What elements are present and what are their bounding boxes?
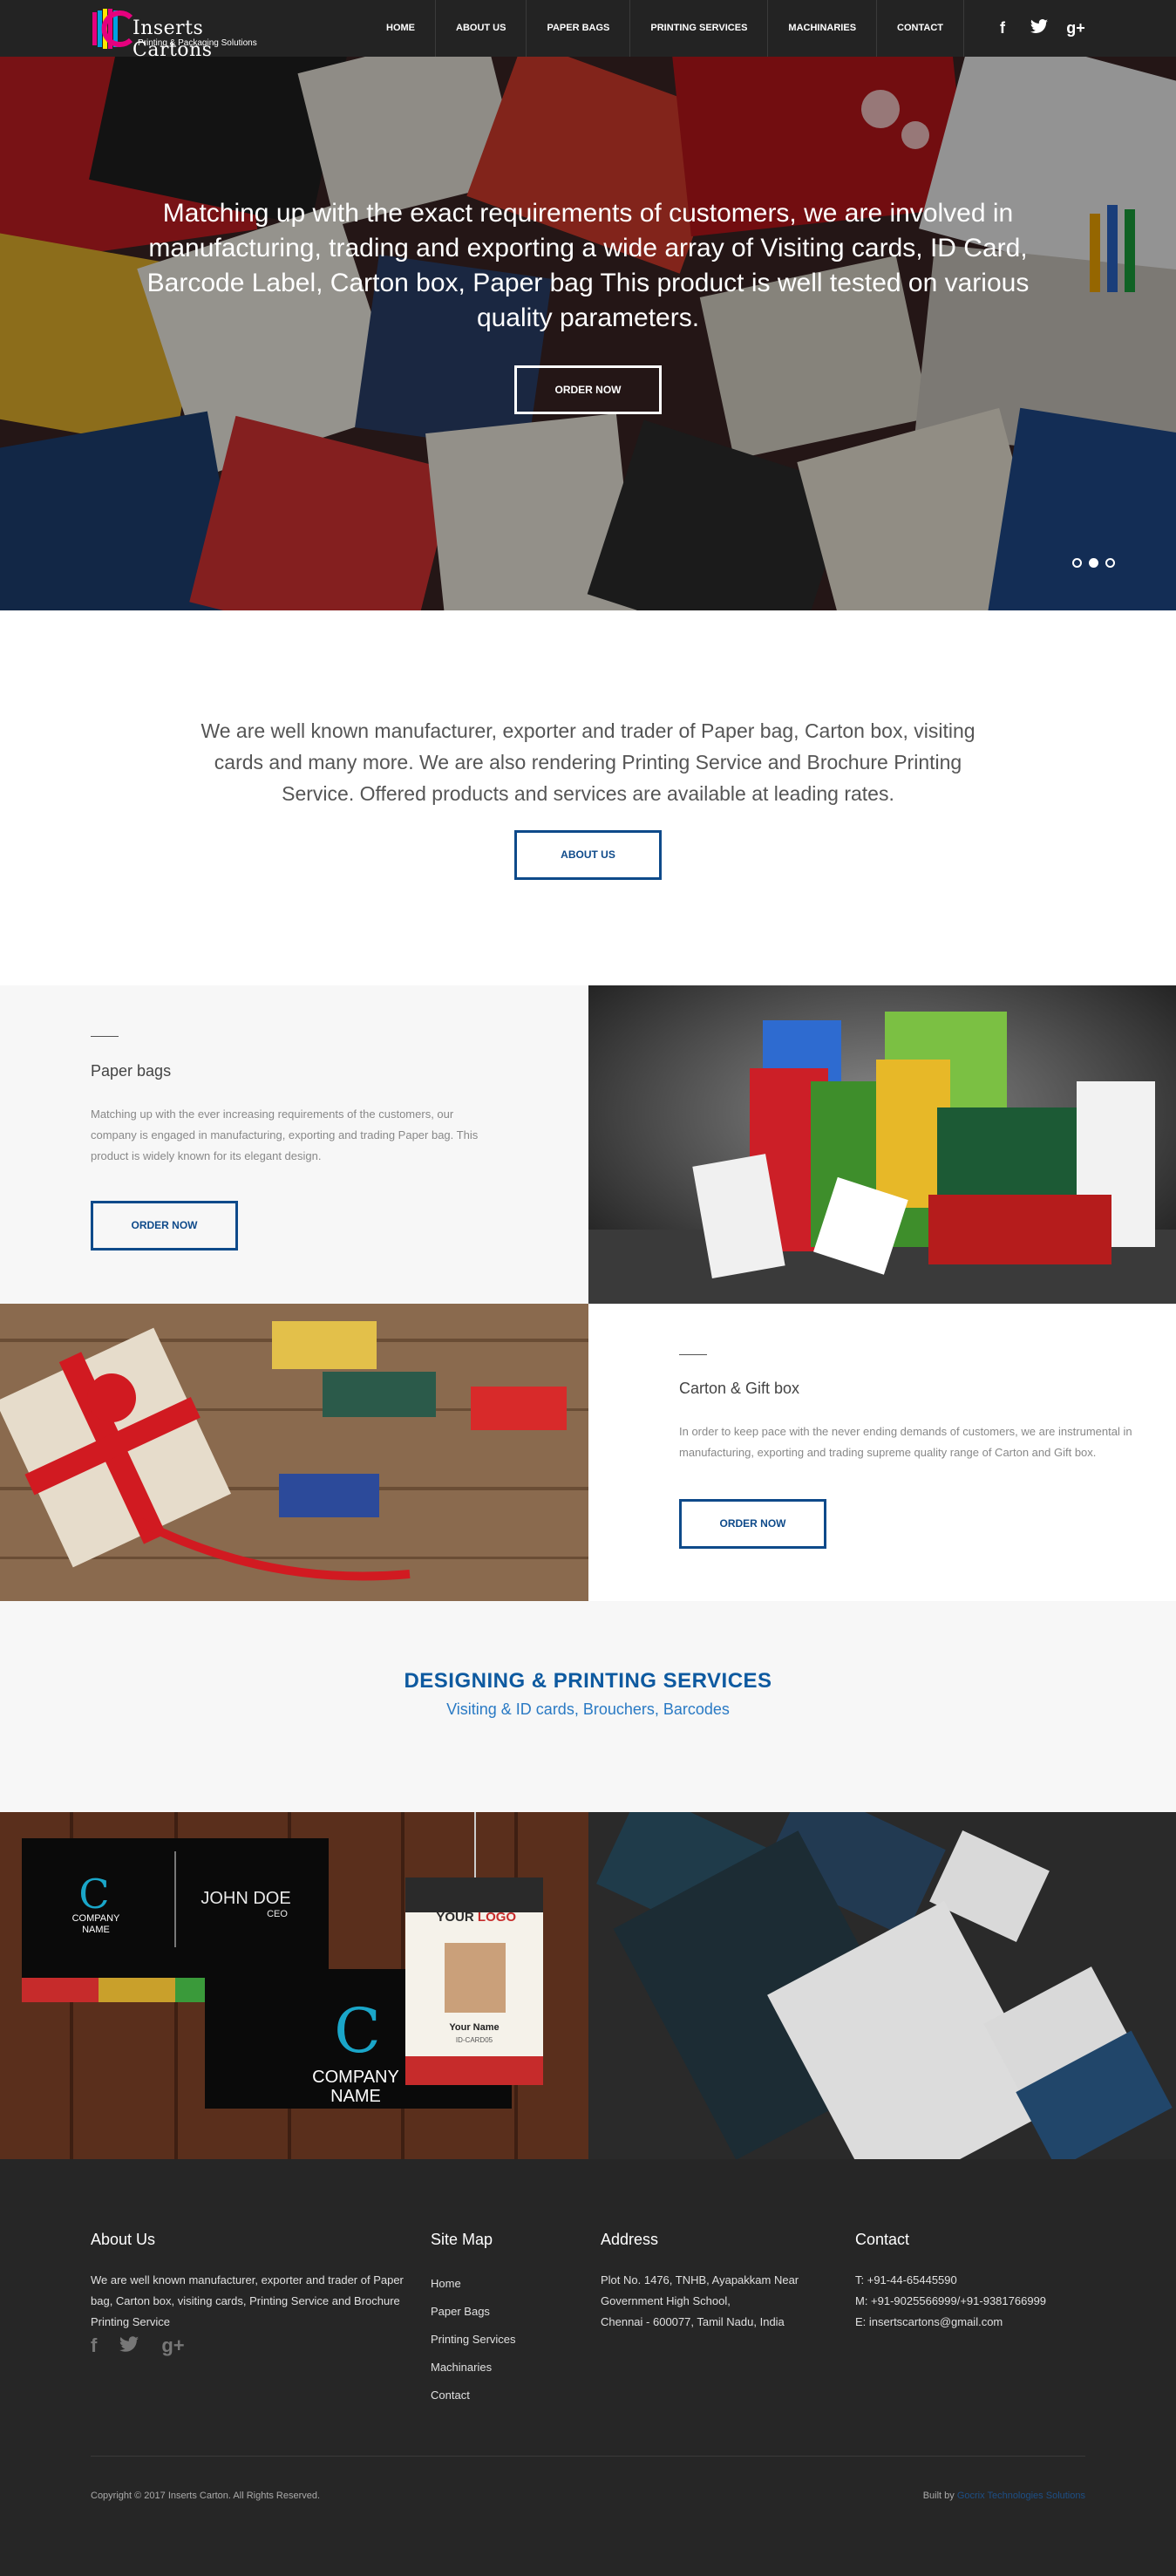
footer-link-machinaries[interactable]: Machinaries [431,2354,579,2382]
card-name-text-large: NAME [330,2087,381,2106]
copyright-text: Copyright © 2017 Inserts Carton. All Rig… [91,2491,321,2501]
footer-contact: Contact T: +91-44-65445590 M: +91-902556… [855,2231,1082,2333]
footer-link-contact[interactable]: Contact [431,2382,579,2409]
footer-address-line: Government High School, [601,2294,731,2307]
services-subtitle: Visiting & ID cards, Brouchers, Barcodes [446,1700,730,1718]
logo-subtitle: Printing & Packaging Solutions [138,38,257,48]
site-footer: About Us We are well known manufacturer,… [0,2159,1176,2576]
footer-sitemap: Site Map Home Paper Bags Printing Servic… [431,2231,579,2409]
footer-contact-mobile: M: +91-9025566999/+91-9381766999 [855,2294,1047,2307]
card-logo-letter: C [78,1871,109,1918]
intro-section: We are well known manufacturer, exporter… [0,610,1176,985]
about-us-button[interactable]: ABOUT US [514,830,662,880]
main-menu: HOME ABOUT US PAPER BAGS PRINTING SERVIC… [366,0,965,57]
services-title: DESIGNING & PRINTING SERVICES [404,1669,772,1693]
carton-box-description: In order to keep pace with the never end… [679,1425,1132,1459]
google-plus-icon[interactable]: g+ [161,2334,184,2357]
built-by-label: Built by [922,2491,957,2501]
footer-contact-email[interactable]: E: insertscartons@gmail.com [855,2312,1082,2333]
card-company-text-large: COMPANY [312,2068,399,2087]
built-by: Built by Gocrix Technologies Solutions [923,2491,1085,2501]
card-person-role: CEO [267,1909,288,1919]
footer-address-line: Plot No. 1476, TNHB, Ayapakkam Near [601,2273,799,2286]
card-company-text: COMPANY [72,1913,120,1924]
nav-contact[interactable]: CONTACT [877,0,965,57]
footer-about-heading: About Us [91,2231,156,2248]
paper-bags-photo [588,985,1176,1304]
footer-about-text: We are well known manufacturer, exporter… [91,2273,404,2328]
card-person-name: JOHN DOE [201,1889,290,1908]
carton-box-order-now-button[interactable]: ORDER NOW [679,1499,826,1549]
footer-social: f g+ [91,2334,413,2357]
id-card-name: Your Name [449,2022,499,2033]
logo-mark-icon [92,9,133,49]
paper-bags-info: Paper bags Matching up with the ever inc… [0,985,588,1304]
divider-line [91,1036,119,1037]
services-gallery-images: C COMPANY NAME JOHN DOE CEO C COMPANY NA… [0,1783,1176,2204]
services-section: DESIGNING & PRINTING SERVICES Visiting &… [0,1601,1176,1812]
built-by-link[interactable]: Gocrix Technologies Solutions [957,2491,1085,2501]
nav-about-us[interactable]: ABOUT US [436,0,527,57]
footer-link-printing-services[interactable]: Printing Services [431,2326,579,2354]
paper-bags-title: Paper bags [91,1062,172,1080]
slider-dot[interactable] [1105,558,1115,568]
footer-contact-phone: T: +91-44-65445590 [855,2273,957,2286]
id-card-number: ID-CARD05 [456,2036,493,2044]
hero-slider: Matching up with the exact requirements … [0,57,1176,610]
svg-text:C: C [334,1995,381,2067]
carton-box-info: Carton & Gift box In order to keep pace … [588,1304,1176,1601]
site-logo[interactable]: Inserts Cartons Printing & Packaging Sol… [91,7,282,61]
footer-address-line: Chennai - 600077, Tamil Nadu, India [601,2315,785,2328]
footer-sitemap-heading: Site Map [431,2231,493,2248]
footer-about: About Us We are well known manufacturer,… [91,2231,413,2357]
footer-link-home[interactable]: Home [431,2270,579,2298]
slider-dot[interactable] [1072,558,1082,568]
footer-contact-heading: Contact [855,2231,910,2248]
facebook-icon[interactable]: f [993,19,1012,37]
paper-bags-image [588,985,1176,1304]
product-row-paper-bags: Paper bags Matching up with the ever inc… [0,985,1176,1304]
twitter-icon[interactable] [119,2334,139,2357]
paper-bags-description: Matching up with the ever increasing req… [91,1107,479,1162]
nav-printing-services[interactable]: PRINTING SERVICES [630,0,769,57]
hero-text: Matching up with the exact requirements … [146,199,1030,332]
google-plus-icon[interactable]: g+ [1066,19,1085,37]
carton-box-title: Carton & Gift box [679,1380,800,1397]
slider-pagination [1072,558,1115,568]
product-row-carton-gift-box: Carton & Gift box In order to keep pace … [0,1304,1176,1601]
nav-paper-bags[interactable]: PAPER BAGS [527,0,631,57]
divider-line [679,1354,707,1355]
twitter-icon[interactable] [1030,19,1049,37]
top-navbar: Inserts Cartons Printing & Packaging Sol… [0,0,1176,61]
footer-link-paper-bags[interactable]: Paper Bags [431,2298,579,2326]
hero-order-now-button[interactable]: ORDER NOW [514,365,662,414]
carton-box-photo [0,1304,588,1601]
footer-address: Address Plot No. 1476, TNHB, Ayapakkam N… [601,2231,827,2333]
id-card-logo-b: LOGO [478,1910,516,1925]
slider-dot-active[interactable] [1089,558,1098,568]
header-social: f g+ [993,0,1085,57]
footer-divider [91,2456,1085,2457]
facebook-icon[interactable]: f [91,2334,97,2357]
card-name-text: NAME [82,1925,110,1935]
intro-text: We are well known manufacturer, exporter… [201,719,975,805]
nav-home[interactable]: HOME [366,0,436,57]
id-card-logo-a: YOUR [436,1910,474,1925]
paper-bags-order-now-button[interactable]: ORDER NOW [91,1201,238,1251]
footer-address-heading: Address [601,2231,659,2248]
nav-machinaries[interactable]: MACHINARIES [768,0,878,57]
services-gallery: C COMPANY NAME JOHN DOE CEO C COMPANY NA… [0,1783,1176,2204]
carton-box-image [0,1304,588,1601]
